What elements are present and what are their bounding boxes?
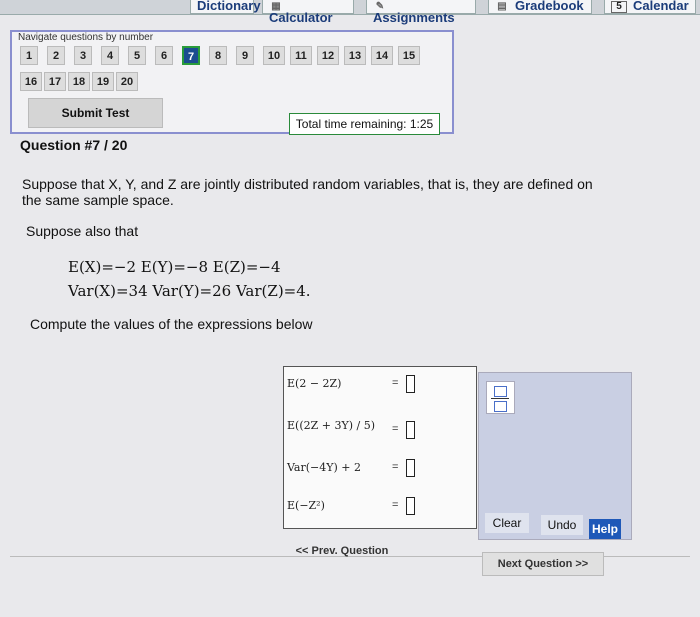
grid-icon: ▤ [497,0,507,12]
question-number-button[interactable]: 17 [44,72,66,91]
question-intro-line-2: the same sample space. [22,192,174,208]
question-number-button[interactable]: 1 [20,46,38,65]
answer-input-area: E(2 − 2Z) = E((2Z + 3Y) / 5) = Var(−4Y) … [283,366,477,529]
equals-sign-3: = [392,461,399,473]
equals-sign-1: = [392,377,399,389]
undo-button[interactable]: Undo [541,515,583,535]
suppose-text: Suppose also that [26,223,139,239]
tab-dictionary[interactable]: Dictionary [190,0,261,14]
expression-3: Var(−4Y) + 2 [287,461,362,474]
compute-instruction: Compute the values of the expressions be… [30,316,313,332]
navigator-title: Navigate questions by number [18,32,154,43]
question-number-button[interactable]: 14 [371,46,393,65]
tab-dictionary-label: Dictionary [197,0,261,13]
question-number-button[interactable]: 8 [209,46,227,65]
question-number-button[interactable]: 6 [155,46,173,65]
question-number-button[interactable]: 18 [68,72,90,91]
question-number-button[interactable]: 3 [74,46,92,65]
answer-field-1[interactable] [406,375,415,393]
question-number-button[interactable]: 19 [92,72,114,91]
variance-values: Var(X)=34 Var(Y)=26 Var(Z)=4. [68,282,311,300]
expectation-values: E(X)=−2 E(Y)=−8 E(Z)=−4 [68,258,281,276]
help-button[interactable]: Help [589,519,621,539]
equals-sign-4: = [392,499,399,511]
answer-field-3[interactable] [406,459,415,477]
question-number-button[interactable]: 13 [344,46,366,65]
question-number-button[interactable]: 16 [20,72,42,91]
question-heading: Question #7 / 20 [20,137,128,153]
clear-button[interactable]: Clear [485,513,529,533]
question-number-button[interactable]: 12 [317,46,339,65]
tab-calendar[interactable]: 5 Calendar [604,0,696,14]
question-number-button[interactable]: 5 [128,46,146,65]
tab-calculator-label: Calculator [269,10,333,25]
tab-gradebook-label: Gradebook [515,0,584,13]
math-tool-panel: Clear Undo Help [478,372,632,540]
prev-question-button[interactable]: << Prev. Question [282,540,402,562]
expression-4: E(−Z²) [287,499,325,512]
question-number-button[interactable]: 11 [290,46,312,65]
tab-calculator[interactable]: ▦Calculator [262,0,354,24]
submit-test-button[interactable]: Submit Test [28,98,163,128]
expression-1: E(2 − 2Z) [287,377,342,390]
tab-assignments[interactable]: ✎Assignments [366,0,476,24]
question-number-button[interactable]: 10 [263,46,285,65]
question-number-button[interactable]: 7 [182,46,200,65]
question-number-button[interactable]: 15 [398,46,420,65]
expression-2: E((2Z + 3Y) / 5) [287,419,376,432]
question-intro-line-1: Suppose that X, Y, and Z are jointly dis… [22,176,593,192]
tab-calendar-label: Calendar [633,0,689,13]
top-toolbar: Dictionary ▦Calculator ✎Assignments ▤ Gra… [0,0,700,24]
fraction-button[interactable] [486,381,515,414]
question-number-button[interactable]: 20 [116,72,138,91]
answer-field-2[interactable] [406,421,415,439]
question-number-button[interactable]: 4 [101,46,119,65]
question-number-button[interactable]: 2 [47,46,65,65]
fraction-denominator-icon [494,401,507,412]
calendar-icon: 5 [611,0,627,13]
tab-assignments-label: Assignments [373,10,455,25]
fraction-numerator-icon [494,386,507,397]
answer-field-4[interactable] [406,497,415,515]
time-remaining-display: Total time remaining: 1:25 [289,113,440,135]
next-question-button[interactable]: Next Question >> [482,552,604,576]
equals-sign-2: = [392,423,399,435]
tab-gradebook[interactable]: ▤ Gradebook [488,0,592,14]
question-number-button[interactable]: 9 [236,46,254,65]
fraction-bar-icon [491,398,509,399]
